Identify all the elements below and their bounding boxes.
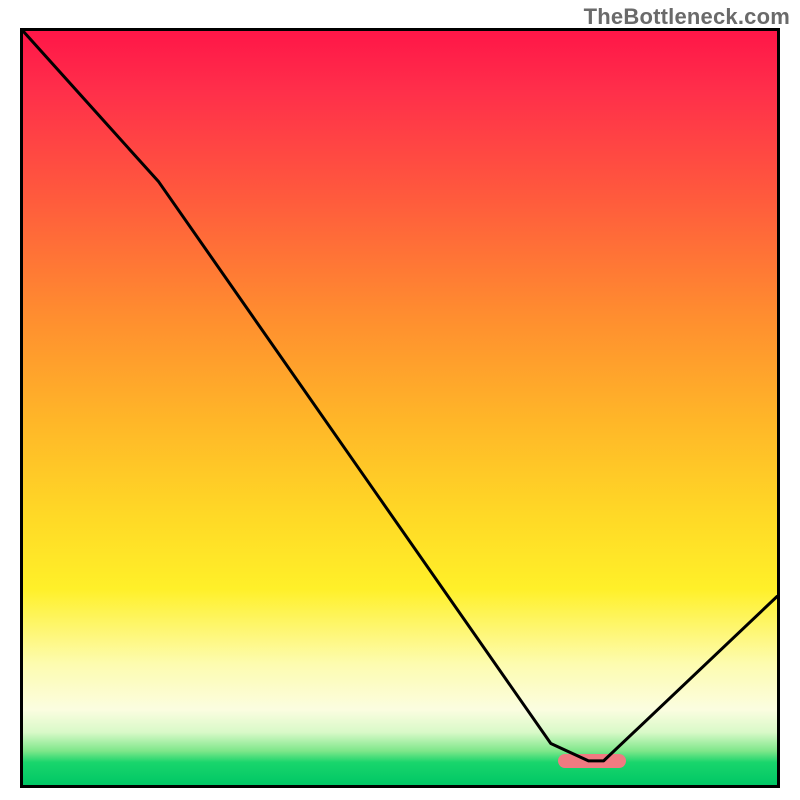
bottleneck-curve	[23, 31, 777, 785]
watermark-text: TheBottleneck.com	[584, 4, 790, 30]
plot-area	[20, 28, 780, 788]
chart-frame: TheBottleneck.com	[0, 0, 800, 800]
curve-path	[23, 31, 777, 761]
